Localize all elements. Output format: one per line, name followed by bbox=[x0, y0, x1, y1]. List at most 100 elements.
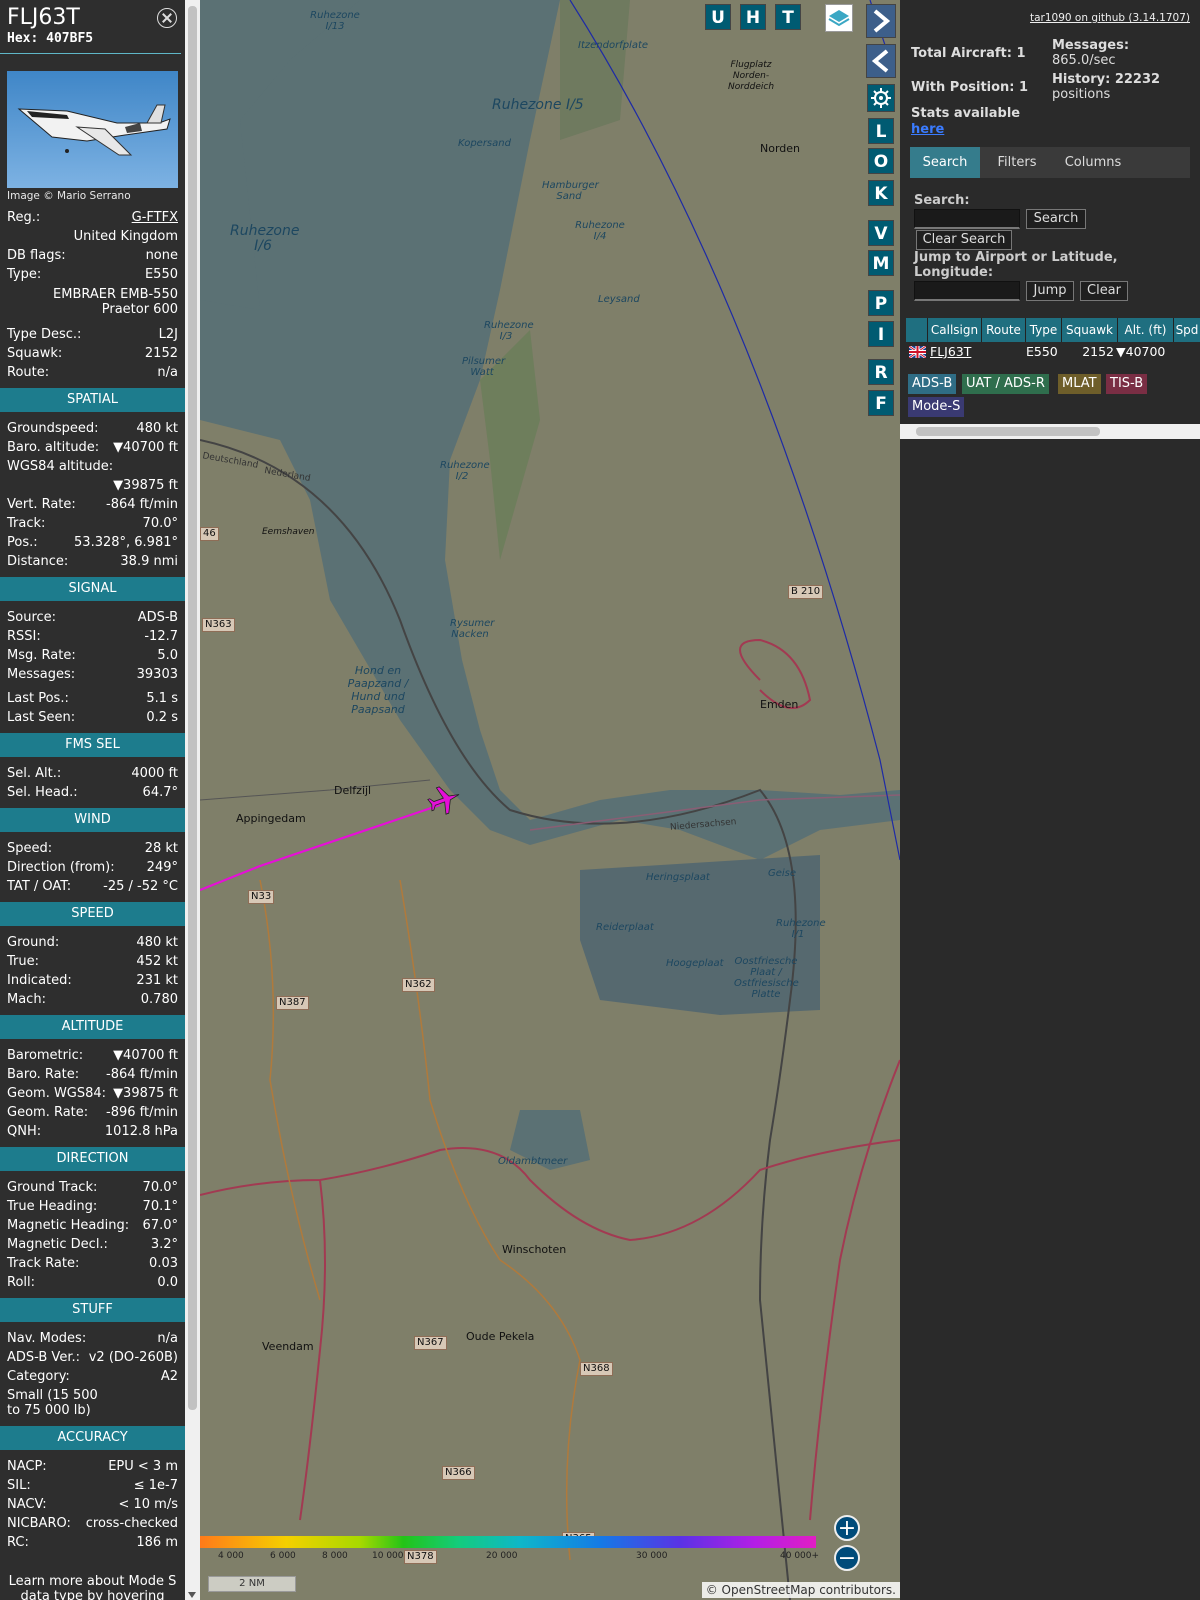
col-squawk-header[interactable]: Squawk bbox=[1062, 318, 1118, 342]
aircraft-list-panel: tar1090 on github (3.14.1707) Total Airc… bbox=[900, 0, 1200, 1600]
info-scrollbar-thumb[interactable] bbox=[188, 6, 197, 1410]
settings-button[interactable] bbox=[867, 84, 895, 112]
water-reiderplaat: Reiderplaat bbox=[596, 922, 654, 933]
spatial-label: WGS84 altitude: bbox=[7, 459, 114, 474]
place-eemshaven: Eemshaven bbox=[262, 527, 315, 537]
spatial-label: Distance: bbox=[7, 554, 69, 569]
close-icon[interactable] bbox=[157, 8, 177, 28]
category-description: Small (15 500 to 75 000 lb) bbox=[7, 1388, 98, 1418]
water-oostfriesche-plaat: Oostfriesche Plaat / Ostfriesische Platt… bbox=[734, 956, 799, 1000]
toggle-o-button[interactable]: O bbox=[868, 148, 894, 174]
direction-row: Roll: 0.0 bbox=[0, 1273, 185, 1292]
road-n33: N33 bbox=[248, 890, 275, 904]
section-accuracy: ACCURACY bbox=[0, 1426, 185, 1450]
road-b210: B 210 bbox=[788, 585, 824, 599]
col-spd-header[interactable]: Spd bbox=[1174, 318, 1200, 342]
info-sections: SPATIAL Groundspeed: 480 kt Baro. altitude:… bbox=[0, 388, 185, 1600]
messages-label: Messages: bbox=[1052, 38, 1130, 53]
speed-row: Indicated: 231 kt bbox=[0, 971, 185, 990]
search-button[interactable]: Search bbox=[1026, 209, 1086, 229]
water-hond-en-paapzand: Hond en Paapzand / Hund und Paapsand bbox=[347, 664, 409, 716]
water-pilsumer-watt: Pilsumer Watt bbox=[462, 356, 506, 378]
map-view[interactable]: Norden Emden Delfzijl Appingedam Eemshav… bbox=[200, 0, 900, 1600]
map-attribution[interactable]: © OpenStreetMap contributors. bbox=[701, 1582, 900, 1598]
accuracy-value: cross-checked bbox=[85, 1516, 178, 1531]
toggle-l-button[interactable]: L bbox=[868, 118, 894, 144]
aircraft-marker-icon[interactable] bbox=[426, 782, 462, 818]
legend-label: 4 000 bbox=[218, 1551, 244, 1561]
jump-button[interactable]: Jump bbox=[1026, 281, 1074, 301]
toggle-r-button[interactable]: R bbox=[868, 359, 894, 385]
toggle-u-button[interactable]: U bbox=[705, 4, 731, 30]
tab-columns[interactable]: Columns bbox=[1052, 147, 1134, 178]
search-input[interactable] bbox=[914, 209, 1020, 229]
clear-search-button[interactable]: Clear Search bbox=[916, 230, 1012, 250]
direction-row: Ground Track: 70.0° bbox=[0, 1178, 185, 1197]
type-label: Type: bbox=[7, 267, 42, 282]
tab-filters[interactable]: Filters bbox=[984, 147, 1050, 178]
speed-value: 231 kt bbox=[136, 973, 178, 988]
altitude-value: 1012.8 hPa bbox=[104, 1124, 178, 1139]
wind-value: 249° bbox=[146, 860, 178, 875]
road-n363: N363 bbox=[202, 618, 235, 632]
wind-row: TAT / OAT: -25 / -52 °C bbox=[0, 877, 185, 896]
direction-row: Magnetic Decl.: 3.2° bbox=[0, 1235, 185, 1254]
direction-label: True Heading: bbox=[7, 1199, 98, 1214]
badge-modes: Mode-S bbox=[908, 397, 965, 417]
github-link[interactable]: tar1090 on github (3.14.1707) bbox=[1030, 12, 1190, 24]
col-flag-header[interactable] bbox=[906, 318, 928, 342]
table-scrollbar-thumb[interactable] bbox=[916, 427, 1100, 436]
aircraft-photo[interactable] bbox=[7, 71, 178, 188]
speed-row: Ground: 480 kt bbox=[0, 933, 185, 952]
info-header: FLJ63T Hex: 407BF5 bbox=[0, 0, 181, 54]
expand-panel-button[interactable] bbox=[866, 4, 896, 38]
accuracy-value: ≤ 1e-7 bbox=[133, 1478, 178, 1493]
toggle-v-button[interactable]: V bbox=[868, 220, 894, 246]
toggle-m-button[interactable]: M bbox=[868, 250, 894, 276]
image-credit: Image © Mario Serrano bbox=[7, 190, 131, 202]
registration-link[interactable]: G-FTFX bbox=[132, 208, 178, 227]
spatial-label: Baro. altitude: bbox=[7, 440, 100, 455]
road-n366: N366 bbox=[442, 1466, 475, 1480]
place-winschoten: Winschoten bbox=[502, 1243, 567, 1256]
table-horizontal-scrollbar[interactable] bbox=[900, 424, 1200, 439]
toggle-f-button[interactable]: F bbox=[868, 390, 894, 416]
col-alt-header[interactable]: Alt. (ft) bbox=[1118, 318, 1174, 342]
toggle-h-button[interactable]: H bbox=[740, 4, 766, 30]
history-value: positions bbox=[1052, 87, 1111, 102]
stats-link[interactable]: here bbox=[911, 122, 944, 137]
altitude-row: Geom. WGS84: ▼39875 ft bbox=[0, 1084, 185, 1103]
legend-label: 40 000+ bbox=[780, 1551, 820, 1561]
tab-search[interactable]: Search bbox=[910, 147, 980, 178]
toggle-t-button[interactable]: T bbox=[775, 4, 801, 30]
signal-row: Msg. Rate: 5.0 bbox=[0, 646, 185, 665]
row-callsign[interactable]: FLJ63T bbox=[930, 342, 971, 362]
jump-input[interactable] bbox=[914, 281, 1020, 301]
clear-button[interactable]: Clear bbox=[1080, 281, 1128, 301]
water-hoogeplaat: Hoogeplaat bbox=[666, 958, 724, 969]
col-callsign-header[interactable]: Callsign bbox=[928, 318, 982, 342]
fms-label: Sel. Alt.: bbox=[7, 766, 62, 781]
place-oude-pekela: Oude Pekela bbox=[466, 1330, 535, 1343]
toggle-k-button[interactable]: K bbox=[868, 180, 894, 206]
route-value: n/a bbox=[157, 365, 178, 380]
zoom-in-button[interactable]: + bbox=[834, 1515, 860, 1541]
signal-row: Last Seen: 0.2 s bbox=[0, 708, 185, 727]
scroll-down-icon[interactable] bbox=[188, 1592, 196, 1598]
road-n362: N362 bbox=[402, 978, 435, 992]
toggle-p-button[interactable]: P bbox=[868, 290, 894, 316]
collapse-panel-button[interactable] bbox=[866, 44, 896, 78]
info-panel-scrollbar[interactable] bbox=[185, 0, 200, 1600]
section-signal: SIGNAL bbox=[0, 577, 185, 601]
col-type-header[interactable]: Type bbox=[1026, 318, 1062, 342]
zoom-out-button[interactable]: − bbox=[834, 1545, 860, 1571]
accuracy-label: RC: bbox=[7, 1535, 29, 1550]
layers-button[interactable] bbox=[825, 4, 853, 32]
toggle-i-button[interactable]: I bbox=[868, 321, 894, 347]
wind-row: Speed: 28 kt bbox=[0, 839, 185, 858]
col-route-header[interactable]: Route bbox=[982, 318, 1026, 342]
badge-adsb: ADS-B bbox=[908, 374, 957, 394]
direction-label: Roll: bbox=[7, 1275, 36, 1290]
water-rysumer-nacken: Rysumer Nacken bbox=[450, 618, 495, 640]
typedesc-label: Type Desc.: bbox=[7, 327, 82, 342]
